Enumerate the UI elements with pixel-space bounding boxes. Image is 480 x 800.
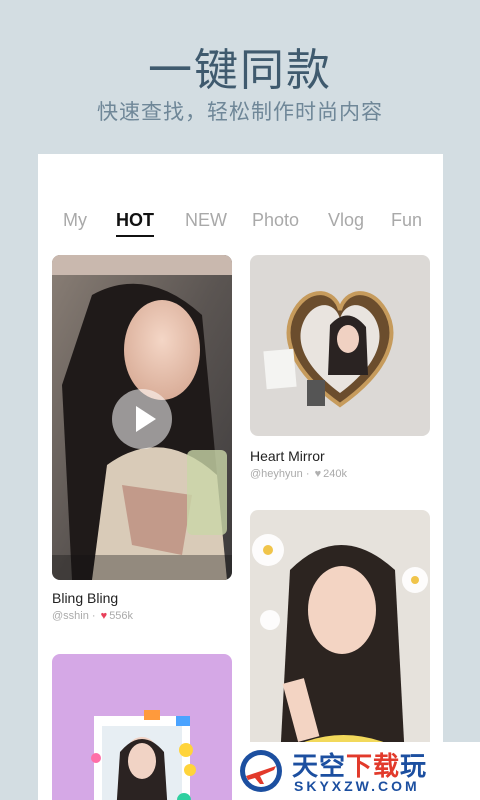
heart-icon[interactable]: ♥ [101, 610, 108, 622]
tab-new[interactable]: NEW [185, 210, 227, 231]
author-handle[interactable]: @heyhyun [250, 468, 303, 480]
card-meta: @heyhyun · ♥ 240k [250, 468, 347, 480]
heart-icon[interactable]: ♥ [315, 468, 322, 480]
site-watermark: 天空下载玩 SKYXZW.COM [232, 742, 480, 800]
tab-fun[interactable]: Fun [391, 210, 422, 231]
photo-thumbnail[interactable] [250, 255, 430, 436]
tab-hot[interactable]: HOT [116, 210, 154, 237]
heart-mirror-photo [250, 255, 430, 436]
card-title: Heart Mirror [250, 448, 325, 464]
airplane-logo-icon [240, 750, 282, 792]
template-card-sticker[interactable] [52, 654, 232, 800]
like-count: 556k [109, 610, 134, 622]
hero-title: 一键同款 [148, 45, 332, 96]
author-handle[interactable]: @sshin [52, 610, 89, 622]
template-card-bling-bling[interactable]: Bling Bling @sshin · ♥ 556k [52, 255, 232, 625]
app-screen: My HOT NEW Photo Vlog Fun Bling Bling @s… [38, 154, 443, 800]
hero-subtitle: 快速查找，轻松制作时尚内容 [97, 100, 383, 124]
like-count: 240k [323, 468, 347, 480]
watermark-domain: SKYXZW.COM [294, 778, 420, 794]
photo-thumbnail[interactable] [52, 654, 232, 800]
category-tabs: My HOT NEW Photo Vlog Fun [38, 210, 443, 240]
video-thumbnail[interactable] [52, 255, 232, 580]
card-meta: @sshin · ♥ 556k [52, 610, 134, 622]
card-title: Bling Bling [52, 590, 119, 606]
sticker-frame-photo [52, 654, 232, 800]
tab-photo[interactable]: Photo [252, 210, 299, 231]
play-icon[interactable] [112, 389, 172, 449]
template-card-heart-mirror[interactable]: Heart Mirror @heyhyun · ♥ 240k [250, 255, 430, 485]
tab-my[interactable]: My [63, 210, 87, 231]
tab-vlog[interactable]: Vlog [328, 210, 364, 231]
